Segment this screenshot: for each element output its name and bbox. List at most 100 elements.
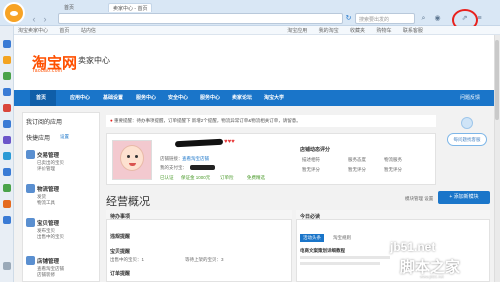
rating-name: 物流服务 bbox=[384, 157, 402, 162]
tab-activity[interactable]: 活动头条 bbox=[300, 234, 324, 242]
back-icon[interactable]: ‹ bbox=[29, 14, 39, 24]
alipay-label: 我的支付宝： bbox=[160, 165, 187, 170]
goods-icon bbox=[26, 218, 35, 227]
nav-item[interactable]: 基础设置 bbox=[103, 94, 123, 101]
fav-item[interactable]: 淘宝卖家中心 bbox=[18, 28, 48, 34]
credit-hearts-icon: ♥♥♥ bbox=[224, 139, 235, 145]
today-title: 今日必读 bbox=[300, 214, 321, 220]
sidebar-app-icon[interactable] bbox=[3, 152, 11, 160]
nav-item-home[interactable]: 首页 bbox=[36, 94, 46, 101]
avatar-face-icon bbox=[120, 145, 144, 171]
module-manage-link[interactable]: 模块管理 设置 bbox=[405, 196, 433, 202]
rating-value: 暂无评分 bbox=[384, 167, 402, 172]
browser-logo-icon[interactable] bbox=[3, 2, 25, 24]
nav-item[interactable]: 安全中心 bbox=[168, 94, 188, 101]
notice-bar[interactable]: ● 重要提醒：待办事项提醒，订单提醒下 新增2个提醒，物流异常订单&物流相关订单… bbox=[106, 115, 436, 127]
fav-item[interactable]: 联系客服 bbox=[403, 28, 423, 34]
shield-icon[interactable]: ◉ bbox=[432, 13, 443, 24]
fav-item[interactable]: 购物车 bbox=[376, 28, 391, 34]
sidebar-app-icon[interactable] bbox=[3, 216, 11, 224]
my-apps-title[interactable]: 我订阅的应用 bbox=[26, 117, 62, 126]
category-link[interactable]: 店铺装修 bbox=[37, 272, 55, 278]
category-title[interactable]: 物流管理 bbox=[37, 185, 59, 193]
customer-service-bubble[interactable]: 每问题找客服 bbox=[447, 133, 487, 146]
rating-title: 店铺动态评分 bbox=[300, 147, 331, 153]
watermark-site: jb51.net bbox=[390, 240, 436, 254]
sidebar-app-icon[interactable] bbox=[3, 56, 11, 64]
feedback-link[interactable]: 问题反馈 bbox=[460, 94, 480, 101]
logistics-icon bbox=[26, 184, 35, 193]
overview-title: 经营概况 bbox=[106, 196, 150, 208]
tab-seller-center[interactable]: 卖家中心 - 首页 bbox=[108, 3, 153, 12]
fav-item[interactable]: 站内信 bbox=[81, 28, 96, 34]
badge-verified[interactable]: 已认证 bbox=[160, 175, 174, 181]
sidebar-app-icon[interactable] bbox=[3, 72, 11, 80]
fav-item[interactable]: 收藏夹 bbox=[350, 28, 365, 34]
quick-apps-settings[interactable]: 设置 bbox=[60, 134, 69, 140]
section-title[interactable]: 违规提醒 bbox=[110, 233, 130, 240]
notice-text: 重要提醒：待办事项提醒，订单提醒下 新增2个提醒，物流异常订单&物流相关订单，请… bbox=[113, 118, 301, 123]
rating-name: 描述相符 bbox=[302, 157, 320, 162]
nav-item[interactable]: 服务中心 bbox=[200, 94, 220, 101]
sidebar-app-icon[interactable] bbox=[3, 136, 11, 144]
text-placeholder bbox=[300, 262, 380, 265]
favorites-bar: 淘宝卖家中心 首页 站内信 淘宝应用 我的淘宝 收藏夹 购物车 联系客服 bbox=[14, 26, 500, 35]
category-title[interactable]: 交易管理 bbox=[37, 151, 59, 159]
shop-link[interactable]: 查看淘宝店铺 bbox=[182, 156, 209, 162]
watermark-url: www.jb51.net bbox=[420, 274, 444, 279]
category-link[interactable]: 出售中的宝贝 bbox=[37, 234, 64, 240]
tab-rules[interactable]: 淘宝规则 bbox=[330, 234, 354, 242]
add-module-button[interactable]: + 添加新模块 bbox=[438, 191, 490, 204]
section-title[interactable]: 订单提醒 bbox=[110, 270, 130, 277]
text-placeholder bbox=[300, 256, 390, 259]
sidebar-app-icon[interactable] bbox=[3, 104, 11, 112]
section-title[interactable]: 宝贝提醒 bbox=[110, 248, 130, 255]
badge-insurance[interactable]: 订单险 bbox=[220, 175, 234, 181]
sidebar-app-icon[interactable] bbox=[3, 120, 11, 128]
today-header bbox=[296, 210, 490, 220]
category-link[interactable]: 物流工具 bbox=[37, 200, 55, 206]
rating-item: 物流服务 暂无评分 bbox=[380, 157, 406, 173]
rating-item: 服务态度 暂无评分 bbox=[344, 157, 370, 173]
redacted-account bbox=[190, 165, 215, 170]
rating-name: 服务态度 bbox=[348, 157, 366, 162]
tab-home[interactable]: 首页 bbox=[60, 3, 78, 12]
quick-apps-title: 快捷应用 bbox=[26, 136, 51, 142]
refresh-icon[interactable]: ↻ bbox=[343, 13, 354, 24]
badge-free[interactable]: 免费精选 bbox=[247, 175, 265, 181]
tab-label: 首页 bbox=[64, 5, 75, 11]
forward-icon[interactable]: › bbox=[40, 14, 50, 24]
section-row[interactable]: 出售中的宝贝：1 bbox=[110, 257, 144, 263]
search-icon[interactable]: ⌕ bbox=[418, 13, 429, 24]
fav-item[interactable]: 我的淘宝 bbox=[319, 28, 339, 34]
category-title[interactable]: 宝贝管理 bbox=[37, 219, 59, 227]
sidebar-app-icon[interactable] bbox=[3, 88, 11, 96]
sidebar-app-icon[interactable] bbox=[3, 184, 11, 192]
shop-link-label: 店铺链接： bbox=[160, 156, 183, 161]
page-title: 卖家中心 bbox=[78, 56, 110, 65]
sidebar-app-icon[interactable] bbox=[3, 168, 11, 176]
nav-item[interactable]: 卖家论坛 bbox=[232, 94, 252, 101]
category-title[interactable]: 店铺管理 bbox=[37, 257, 59, 265]
sidebar-app-icon[interactable] bbox=[3, 200, 11, 208]
today-article[interactable]: 电商文案策划详细教程 bbox=[300, 248, 345, 254]
badge-deposit[interactable]: 保证金 1000元 bbox=[181, 175, 210, 181]
section-row[interactable]: 等待上架的宝贝：3 bbox=[185, 257, 224, 263]
nav-item[interactable]: 服务中心 bbox=[136, 94, 156, 101]
fav-item[interactable]: 淘宝应用 bbox=[287, 28, 307, 34]
search-input[interactable]: 搜索要出发的 bbox=[355, 13, 415, 24]
todo-title: 待办事项 bbox=[110, 214, 131, 220]
scrollbar-thumb[interactable] bbox=[495, 40, 499, 120]
sidebar-add-icon[interactable] bbox=[3, 262, 11, 270]
shop-icon bbox=[26, 256, 35, 265]
sidebar-app-icon[interactable] bbox=[3, 40, 11, 48]
url-bar[interactable] bbox=[58, 13, 343, 24]
rating-item: 描述相符 暂无评分 bbox=[298, 157, 324, 173]
trade-icon bbox=[26, 150, 35, 159]
customer-service-icon[interactable] bbox=[461, 117, 473, 129]
nav-item[interactable]: 淘宝大学 bbox=[264, 94, 284, 101]
category-link[interactable]: 评价管理 bbox=[37, 166, 55, 172]
fav-item[interactable]: 首页 bbox=[59, 28, 69, 34]
nav-item[interactable]: 应用中心 bbox=[70, 94, 90, 101]
taobao-logo-sub: Taobao.com bbox=[32, 68, 63, 74]
